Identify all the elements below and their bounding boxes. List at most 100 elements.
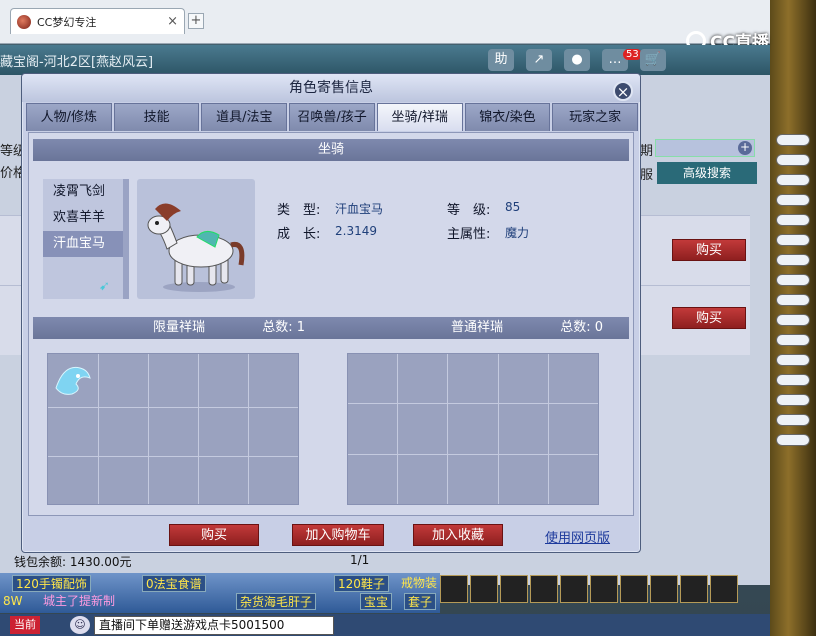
side-slot[interactable] [776, 274, 810, 286]
skill-slot[interactable] [500, 575, 528, 603]
skill-slot[interactable] [650, 575, 678, 603]
current-channel-button[interactable]: 当前 [10, 616, 40, 634]
side-slot[interactable] [776, 394, 810, 406]
side-slot[interactable] [776, 294, 810, 306]
auspicious-slot[interactable] [548, 404, 598, 454]
skill-slot[interactable] [620, 575, 648, 603]
side-slot[interactable] [776, 414, 810, 426]
auspicious-slot[interactable] [99, 456, 148, 504]
mount-list-item-selected[interactable]: 汗血宝马 [43, 231, 123, 257]
auspicious-slot[interactable] [448, 454, 498, 504]
share-icon[interactable]: ↗ [526, 49, 552, 71]
side-slot[interactable] [776, 354, 810, 366]
chat-input[interactable]: 直播间下单赠送游戏点卡5001500 [94, 616, 334, 635]
buy-button[interactable]: 购买 [169, 524, 259, 546]
side-slot[interactable] [776, 154, 810, 166]
tab-outfits[interactable]: 锦衣/染色 [464, 103, 551, 131]
auspicious-slot[interactable] [498, 454, 548, 504]
side-slot[interactable] [776, 254, 810, 266]
side-slot[interactable] [776, 234, 810, 246]
auspicious-slot[interactable] [348, 454, 398, 504]
auspicious-slot-filled[interactable] [48, 354, 98, 407]
browser-tab[interactable]: CC梦幻专注 × [10, 8, 185, 34]
record-icon[interactable]: ● [564, 49, 590, 71]
mount-list-item[interactable]: 欢喜羊羊 [43, 205, 123, 231]
side-slot[interactable] [776, 334, 810, 346]
auspicious-slot[interactable] [48, 456, 98, 504]
skill-slot[interactable] [470, 575, 498, 603]
auspicious-slot[interactable] [448, 354, 498, 404]
auspicious-slot[interactable] [498, 354, 548, 404]
skill-slot[interactable] [440, 575, 468, 603]
side-slot[interactable] [776, 134, 810, 146]
advanced-search-button[interactable]: 高级搜索 [657, 162, 757, 184]
skill-slot[interactable] [530, 575, 558, 603]
auspicious-slot[interactable] [448, 404, 498, 454]
auspicious-slot[interactable] [199, 456, 248, 504]
chat-chip[interactable]: 杂货海毛肝子 [236, 593, 317, 610]
auspicious-slot[interactable] [99, 408, 148, 456]
new-tab-button[interactable]: + [188, 13, 204, 29]
chat-chip[interactable]: 套子 [404, 593, 437, 610]
tab-summons[interactable]: 召唤兽/孩子 [289, 103, 375, 131]
chat-chip[interactable]: 120鞋子 [334, 575, 389, 592]
side-slot[interactable] [776, 374, 810, 386]
limited-auspicious-panel: 限量祥瑞 总数: 1 [33, 317, 331, 517]
mount-list-item[interactable]: 凌霄飞剑 [43, 179, 123, 205]
auspicious-slot[interactable] [149, 408, 198, 456]
auspicious-slot[interactable] [398, 354, 448, 404]
skill-slot[interactable] [560, 575, 588, 603]
period-field[interactable]: + [655, 139, 755, 157]
auspicious-slot[interactable] [548, 354, 598, 404]
tab-character[interactable]: 人物/修炼 [26, 103, 112, 131]
chat-chip[interactable]: 城主了提新制 [40, 593, 118, 610]
auspicious-slot[interactable] [249, 354, 298, 407]
chat-channel-bar: 120手镯配饰 0法宝食谱 120鞋子 戒物装 8W 城主了提新制 杂货海毛肝子… [0, 573, 440, 613]
tab-home[interactable]: 玩家之家 [552, 103, 639, 131]
add-to-cart-button[interactable]: 加入购物车 [292, 524, 384, 546]
mount-list-scrollbar[interactable] [123, 179, 129, 299]
tab-skills[interactable]: 技能 [113, 103, 200, 131]
auspicious-slot[interactable] [498, 404, 548, 454]
side-slot[interactable] [776, 214, 810, 226]
auspicious-slot[interactable] [149, 354, 198, 407]
auspicious-slot[interactable] [249, 456, 298, 504]
skill-slot[interactable] [680, 575, 708, 603]
chat-chip[interactable]: 0法宝食谱 [142, 575, 206, 592]
side-slot[interactable] [776, 434, 810, 446]
tab-close-icon[interactable]: × [167, 14, 178, 29]
tab-mounts[interactable]: 坐骑/祥瑞 [376, 103, 463, 131]
use-web-version-link[interactable]: 使用网页版 [545, 527, 610, 546]
cart-icon[interactable]: 🛒 [640, 49, 666, 71]
plus-icon[interactable]: + [738, 141, 752, 155]
side-slot[interactable] [776, 174, 810, 186]
chat-chip[interactable]: 宝宝 [360, 593, 393, 610]
chat-chip[interactable]: 120手镯配饰 [12, 575, 91, 592]
listing-buy-button[interactable]: 购买 [672, 307, 746, 329]
side-slot[interactable] [776, 314, 810, 326]
auspicious-slot[interactable] [348, 404, 398, 454]
chat-chip[interactable]: 戒物装 [398, 575, 440, 592]
auspicious-slot[interactable] [149, 456, 198, 504]
emoji-icon[interactable]: ☺ [70, 616, 90, 634]
chat-chip[interactable]: 8W [0, 593, 26, 610]
skill-slot[interactable] [710, 575, 738, 603]
normal-auspicious-header: 普通祥瑞 总数: 0 [331, 317, 629, 339]
auspicious-slot[interactable] [48, 408, 98, 456]
add-to-favorites-button[interactable]: 加入收藏 [413, 524, 503, 546]
auspicious-slot[interactable] [249, 408, 298, 456]
auspicious-slot[interactable] [348, 354, 398, 404]
listing-buy-button[interactable]: 购买 [672, 239, 746, 261]
scroll-arrow-icon[interactable]: ➹ [99, 279, 121, 294]
dialog-close-icon[interactable]: × [613, 81, 633, 101]
auspicious-slot[interactable] [199, 408, 248, 456]
tab-items[interactable]: 道具/法宝 [201, 103, 288, 131]
auspicious-slot[interactable] [99, 354, 148, 407]
auspicious-slot[interactable] [398, 404, 448, 454]
side-slot[interactable] [776, 194, 810, 206]
skill-slot[interactable] [590, 575, 618, 603]
help-icon[interactable]: 助 [488, 49, 514, 71]
auspicious-slot[interactable] [199, 354, 248, 407]
auspicious-slot[interactable] [398, 454, 448, 504]
auspicious-slot[interactable] [548, 454, 598, 504]
